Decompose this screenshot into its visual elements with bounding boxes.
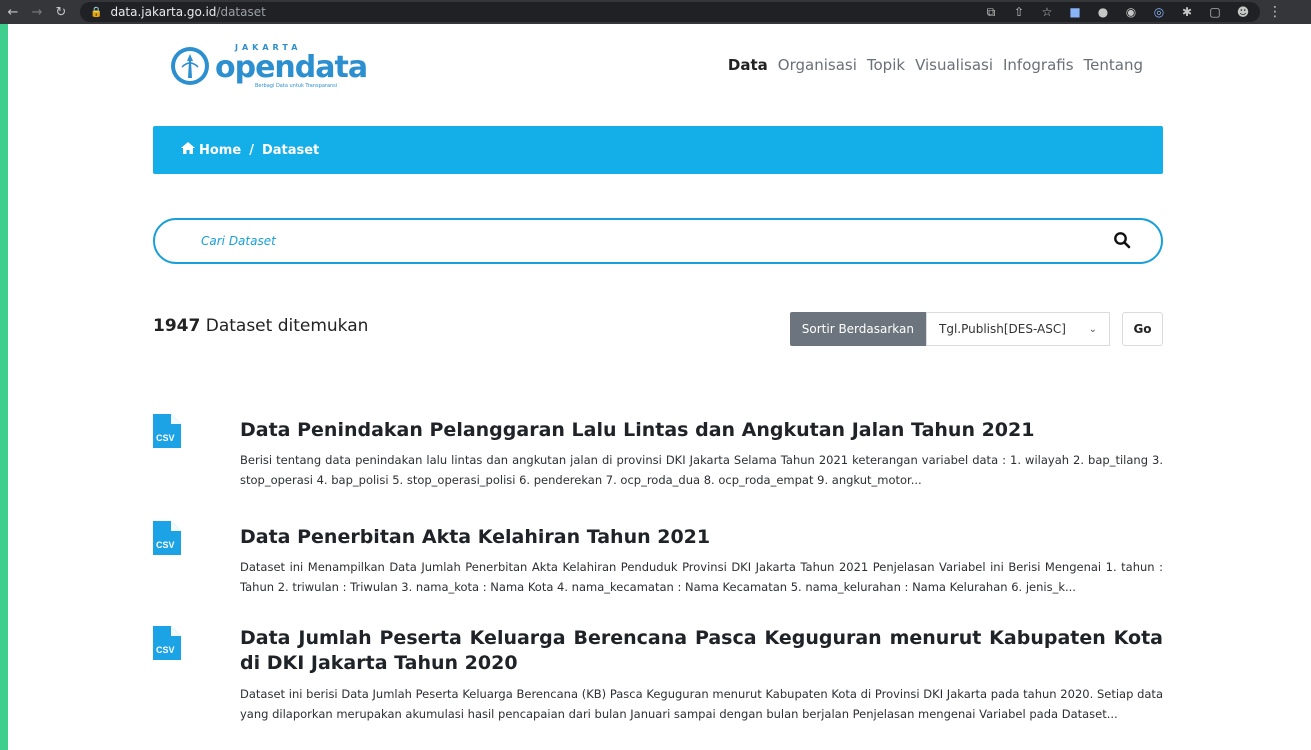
- extension-1password-icon[interactable]: ◎: [1152, 5, 1166, 20]
- breadcrumb: Home / Dataset: [153, 126, 1163, 174]
- logo-tagline: Berbagi Data untuk Transparansi: [255, 82, 338, 89]
- url-path: /dataset: [216, 5, 266, 19]
- nav-organisasi[interactable]: Organisasi: [778, 56, 857, 74]
- results-count-number: 1947: [153, 316, 201, 336]
- share-icon[interactable]: ⇧: [1012, 5, 1026, 20]
- reload-icon[interactable]: ↻: [54, 5, 68, 20]
- sort-controls: Sortir Berdasarkan Tgl.Publish[DES-ASC] …: [789, 312, 1163, 346]
- extensions-puzzle-icon[interactable]: ✱: [1180, 5, 1194, 20]
- extension-ip-icon[interactable]: ●: [1096, 5, 1110, 20]
- svg-text:CSV: CSV: [156, 433, 175, 443]
- nav-infografis[interactable]: Infografis: [1003, 56, 1074, 74]
- logo-text: JAKARTA opendata Berbagi Data untuk Tran…: [215, 43, 368, 89]
- nav-data[interactable]: Data: [728, 56, 768, 74]
- breadcrumb-separator: /: [249, 142, 254, 158]
- extension-camera-icon[interactable]: ◉: [1124, 5, 1138, 20]
- address-bar[interactable]: 🔒 data.jakarta.go.id/dataset ⧉ ⇧ ☆ ■ ● ◉…: [80, 2, 1260, 22]
- go-button[interactable]: Go: [1122, 312, 1163, 346]
- profile-avatar-icon[interactable]: ☻: [1236, 5, 1250, 20]
- dataset-description: Dataset ini berisi Data Jumlah Peserta K…: [240, 687, 1163, 721]
- nav-tentang[interactable]: Tentang: [1084, 56, 1143, 74]
- chevron-down-icon: ⌄: [1088, 323, 1097, 335]
- browser-nav: ← → ↻: [0, 5, 68, 20]
- site-logo[interactable]: JAKARTA opendata Berbagi Data untuk Tran…: [171, 38, 371, 94]
- dataset-description: Berisi tentang data penindakan lalu lint…: [240, 453, 1163, 487]
- sort-selected-value: Tgl.Publish[DES-ASC]: [939, 322, 1066, 336]
- nav-visualisasi[interactable]: Visualisasi: [915, 56, 993, 74]
- main-nav: Data Organisasi Topik Visualisasi Infogr…: [728, 56, 1143, 74]
- lock-icon[interactable]: 🔒: [90, 7, 102, 18]
- search-icon[interactable]: [1113, 231, 1131, 249]
- web-page: JAKARTA opendata Berbagi Data untuk Tran…: [8, 24, 1311, 750]
- sort-label: Sortir Berdasarkan: [789, 312, 926, 346]
- back-icon[interactable]: ←: [6, 5, 20, 20]
- breadcrumb-current: Dataset: [261, 142, 320, 158]
- browser-toolbar: ← → ↻ 🔒 data.jakarta.go.id/dataset ⧉ ⇧ ☆…: [0, 0, 1311, 24]
- csv-file-icon: CSV: [153, 414, 181, 448]
- logo-main-text: opendata: [215, 49, 368, 85]
- nav-topik[interactable]: Topik: [867, 56, 905, 74]
- csv-file-icon: CSV: [153, 521, 181, 555]
- url-host: data.jakarta.go.id: [110, 5, 217, 19]
- dataset-search: [153, 218, 1163, 264]
- extension-doc-icon[interactable]: ■: [1068, 5, 1082, 20]
- csv-file-icon: CSV: [153, 626, 181, 660]
- dataset-title[interactable]: Data Penindakan Pelanggaran Lalu Lintas …: [240, 418, 1163, 443]
- results-count-suffix: Dataset ditemukan: [200, 316, 369, 336]
- sidepanel-icon[interactable]: ▢: [1208, 5, 1222, 20]
- breadcrumb-home[interactable]: Home: [199, 143, 241, 158]
- dataset-description: Dataset ini Menampilkan Data Jumlah Pene…: [240, 560, 1163, 594]
- svg-text:CSV: CSV: [156, 540, 175, 550]
- sort-select[interactable]: Tgl.Publish[DES-ASC] ⌄: [926, 312, 1110, 346]
- browser-extensions: ⧉ ⇧ ☆ ■ ● ◉ ◎ ✱ ▢ ☻: [984, 5, 1260, 20]
- forward-icon[interactable]: →: [30, 5, 44, 20]
- results-count: 1947 Dataset ditemukan: [153, 316, 368, 336]
- search-input[interactable]: [201, 234, 1001, 248]
- bookmark-star-icon[interactable]: ☆: [1040, 5, 1054, 20]
- home-icon[interactable]: [181, 142, 195, 158]
- translate-icon[interactable]: ⧉: [984, 5, 998, 20]
- kebab-menu-icon[interactable]: ⋮: [1268, 4, 1282, 20]
- dataset-title[interactable]: Data Jumlah Peserta Keluarga Berencana P…: [240, 626, 1163, 676]
- svg-text:CSV: CSV: [156, 645, 175, 655]
- dataset-title[interactable]: Data Penerbitan Akta Kelahiran Tahun 202…: [240, 525, 1163, 550]
- monas-torch-icon: [171, 47, 209, 85]
